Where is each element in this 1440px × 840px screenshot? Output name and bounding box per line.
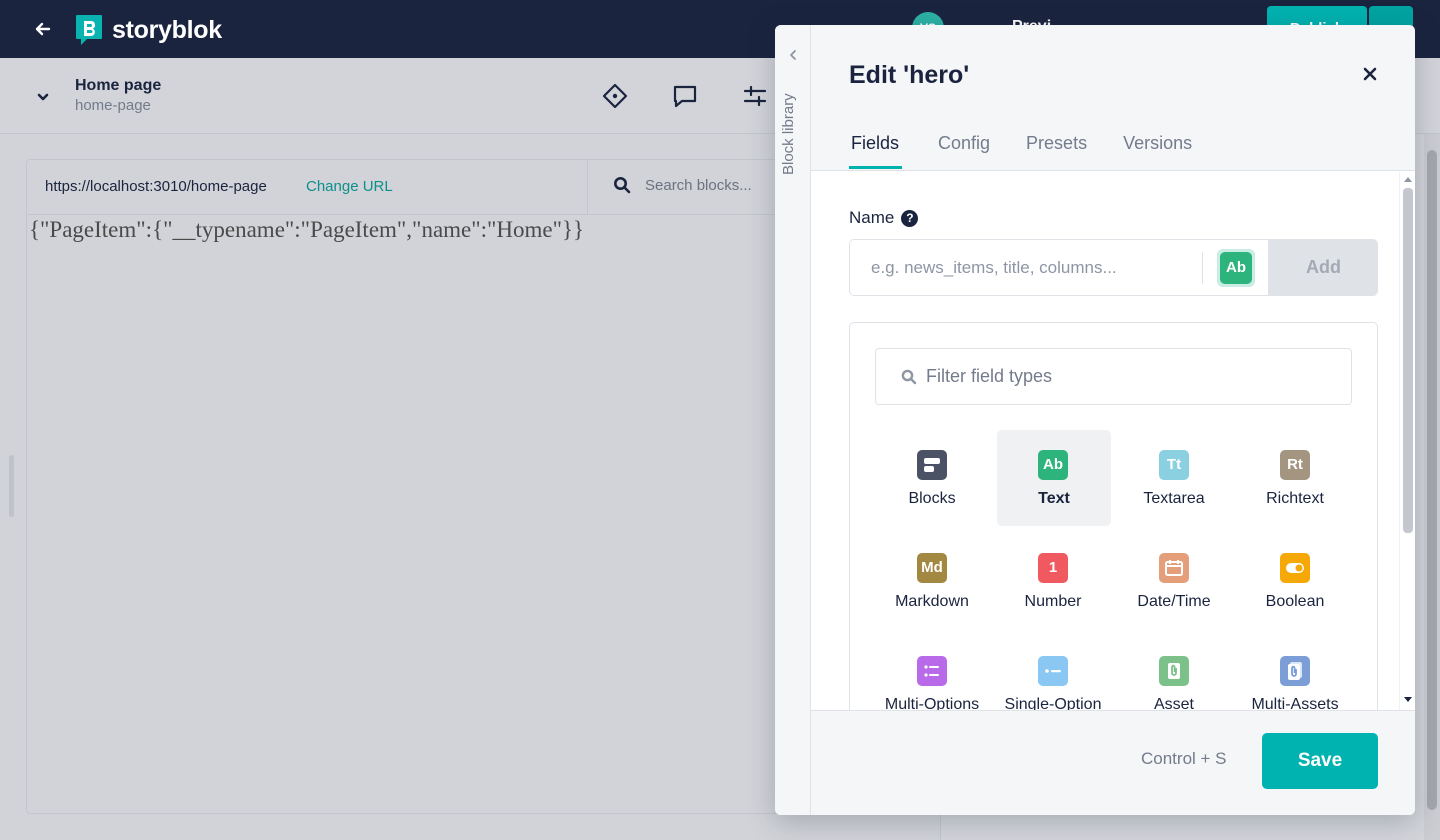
field-type-label: Blocks: [908, 490, 956, 507]
field-type-label: Markdown: [895, 593, 969, 610]
tab-presets[interactable]: Presets: [1026, 133, 1087, 169]
field-type-asset[interactable]: Asset: [1117, 636, 1238, 710]
toggle-icon: [1280, 553, 1310, 583]
panel-body: Name ? Ab Add Blocks Ab Text Tt Textarea Rt Ri…: [811, 172, 1415, 710]
page-scrollbar[interactable]: [1424, 134, 1440, 840]
panel-scrollbar-thumb[interactable]: [1403, 188, 1413, 533]
field-type-grid: Blocks Ab Text Tt Textarea Rt Richtext Md Markdo…: [875, 430, 1359, 710]
block-library-label[interactable]: Block library: [780, 75, 797, 175]
field-type-selector[interactable]: Ab: [1217, 249, 1255, 287]
name-label-text: Name: [849, 208, 895, 227]
divider: [1202, 252, 1203, 284]
field-type-blocks[interactable]: Blocks: [875, 430, 996, 533]
edit-block-panel: Block library Edit 'hero' Fields Config …: [775, 25, 1415, 815]
panel-title: Edit 'hero': [849, 61, 970, 89]
tab-versions[interactable]: Versions: [1123, 133, 1192, 169]
field-types-card: Blocks Ab Text Tt Textarea Rt Richtext Md Markdo…: [849, 322, 1378, 710]
search-icon: [614, 177, 631, 194]
story-slug: home-page: [75, 97, 151, 114]
brand-name: storyblok: [112, 15, 222, 44]
textarea-icon: Tt: [1159, 450, 1189, 480]
field-type-label: Number: [1024, 593, 1082, 610]
chevron-down-icon[interactable]: [34, 88, 52, 106]
divider: [587, 160, 588, 215]
asset-icon: [1159, 656, 1189, 686]
filter-field-types: [875, 348, 1352, 405]
richtext-icon: Rt: [1280, 450, 1310, 480]
search-blocks[interactable]: Search blocks...: [613, 176, 752, 194]
field-type-label: Boolean: [1265, 593, 1325, 610]
field-type-multi-assets[interactable]: Multi-Assets: [1238, 636, 1359, 710]
field-type-number[interactable]: 1 Number: [996, 533, 1117, 636]
field-type-label: Multi-Options: [884, 696, 980, 710]
block-library-rail[interactable]: Block library: [775, 25, 811, 815]
back-arrow-icon[interactable]: [32, 18, 54, 40]
list-icon: [917, 656, 947, 686]
help-icon[interactable]: ?: [901, 209, 919, 227]
save-shortcut-hint: Control + S: [1141, 749, 1227, 768]
panel-header: Edit 'hero' Fields Config Presets Versio…: [811, 25, 1415, 171]
new-field-row: Ab Add: [849, 239, 1378, 296]
field-type-multi-options[interactable]: Multi-Options: [875, 636, 996, 710]
field-type-boolean[interactable]: Boolean: [1238, 533, 1359, 636]
field-type-label: Date/Time: [1137, 593, 1211, 610]
story-title: Home page: [75, 77, 162, 94]
field-type-date-time[interactable]: Date/Time: [1117, 533, 1238, 636]
field-type-label: Text: [1038, 490, 1070, 507]
blocks-icon: [917, 450, 947, 480]
storyblok-logo-icon: [76, 15, 102, 45]
field-type-single-option[interactable]: Single-Option: [996, 636, 1117, 710]
comments-icon[interactable]: [671, 82, 699, 110]
settings-sliders-icon[interactable]: [741, 82, 769, 110]
add-field-button[interactable]: Add: [1268, 240, 1377, 295]
field-type-label: Multi-Assets: [1251, 696, 1339, 710]
scroll-up-icon[interactable]: [1404, 177, 1412, 182]
save-button[interactable]: Save: [1262, 733, 1378, 789]
name-field-label: Name ?: [849, 208, 919, 228]
markdown-icon: Md: [917, 553, 947, 583]
field-type-label: Asset: [1153, 696, 1194, 710]
field-type-label: Single-Option: [1004, 696, 1102, 710]
panel-scrollbar[interactable]: [1399, 172, 1415, 710]
preview-url: https://localhost:3010/home-page: [45, 178, 267, 195]
storyblok-logo[interactable]: storyblok: [75, 14, 222, 46]
component-icon[interactable]: [601, 82, 629, 110]
field-type-text[interactable]: Ab Text: [997, 430, 1111, 526]
field-type-label: Richtext: [1266, 490, 1324, 507]
chevron-left-icon[interactable]: [787, 49, 799, 61]
page-scrollbar-thumb[interactable]: [1427, 150, 1437, 810]
field-type-markdown[interactable]: Md Markdown: [875, 533, 996, 636]
scroll-down-icon[interactable]: [1404, 697, 1412, 702]
field-type-richtext[interactable]: Rt Richtext: [1238, 430, 1359, 533]
preview-content: {"PageItem":{"__typename":"PageItem","na…: [29, 217, 585, 242]
panel-footer: Control + S Save: [811, 710, 1415, 815]
close-icon[interactable]: [1361, 65, 1379, 83]
tab-config[interactable]: Config: [938, 133, 990, 169]
field-name-input[interactable]: [850, 240, 1202, 295]
option-icon: [1038, 656, 1068, 686]
change-url-link[interactable]: Change URL: [306, 178, 393, 195]
resize-handle[interactable]: [9, 455, 14, 517]
calendar-icon: [1159, 553, 1189, 583]
field-type-label: Textarea: [1143, 490, 1205, 507]
field-type-textarea[interactable]: Tt Textarea: [1117, 430, 1238, 533]
number-icon: 1: [1038, 553, 1068, 583]
text-icon: Ab: [1038, 450, 1068, 480]
multi-assets-icon: [1280, 656, 1310, 686]
filter-field-types-input[interactable]: [926, 349, 1346, 404]
tab-fields[interactable]: Fields: [849, 133, 903, 169]
panel-tabs: Fields Config Presets Versions: [849, 133, 1192, 169]
search-blocks-placeholder: Search blocks...: [645, 176, 752, 194]
text-type-icon: Ab: [1220, 252, 1252, 284]
search-icon: [901, 369, 917, 385]
